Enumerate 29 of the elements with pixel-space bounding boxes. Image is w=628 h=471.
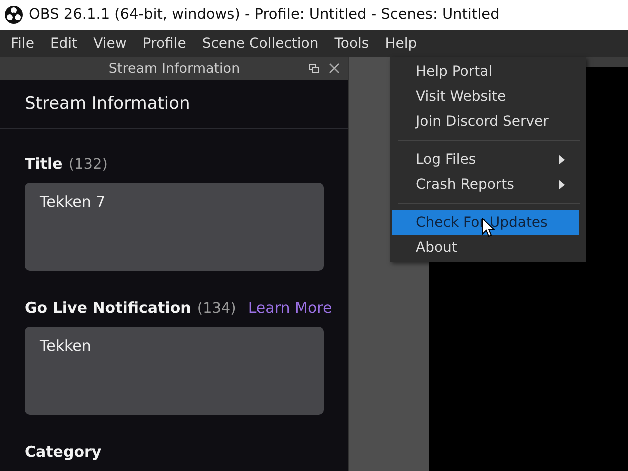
menu-item[interactable]: Scene Collection — [194, 36, 327, 52]
character-count: (132) — [68, 157, 108, 173]
panel-heading: Stream Information — [25, 94, 190, 114]
dock-title: Stream Information — [108, 60, 240, 77]
menu-item[interactable]: Edit — [42, 36, 86, 52]
window-title: OBS 26.1.1 (64-bit, windows) - Profile: Untitled - Scenes: Untitled — [29, 7, 500, 23]
field-label: Title — [25, 155, 63, 173]
menu-option[interactable]: Join Discord Server — [392, 109, 579, 134]
text-field[interactable]: Tekken 7 — [25, 183, 324, 271]
float-icon[interactable] — [309, 64, 319, 74]
character-count: (134) — [197, 301, 236, 317]
menu-option[interactable]: Log Files — [392, 147, 579, 172]
menu-item[interactable]: Tools — [326, 36, 378, 52]
menu-item[interactable]: Help — [377, 36, 426, 52]
text-field[interactable]: Tekken — [25, 327, 324, 415]
field-label: Category — [25, 443, 102, 461]
menu-item[interactable]: File — [3, 36, 42, 52]
menu-item[interactable]: View — [86, 36, 135, 52]
menu-option[interactable]: About — [392, 235, 579, 260]
menu-option[interactable]: Help Portal — [392, 59, 579, 84]
close-icon[interactable] — [329, 63, 340, 74]
submenu-arrow-icon — [559, 180, 565, 190]
submenu-arrow-icon — [559, 154, 565, 164]
menu-item[interactable]: Profile — [134, 36, 194, 52]
field-label: Go Live Notification — [25, 299, 192, 317]
obs-logo-icon — [5, 6, 23, 24]
menu-option[interactable]: Crash Reports — [392, 172, 579, 197]
learn-more-link[interactable]: Learn More — [248, 299, 332, 317]
menu-option[interactable]: Visit Website — [392, 84, 579, 109]
